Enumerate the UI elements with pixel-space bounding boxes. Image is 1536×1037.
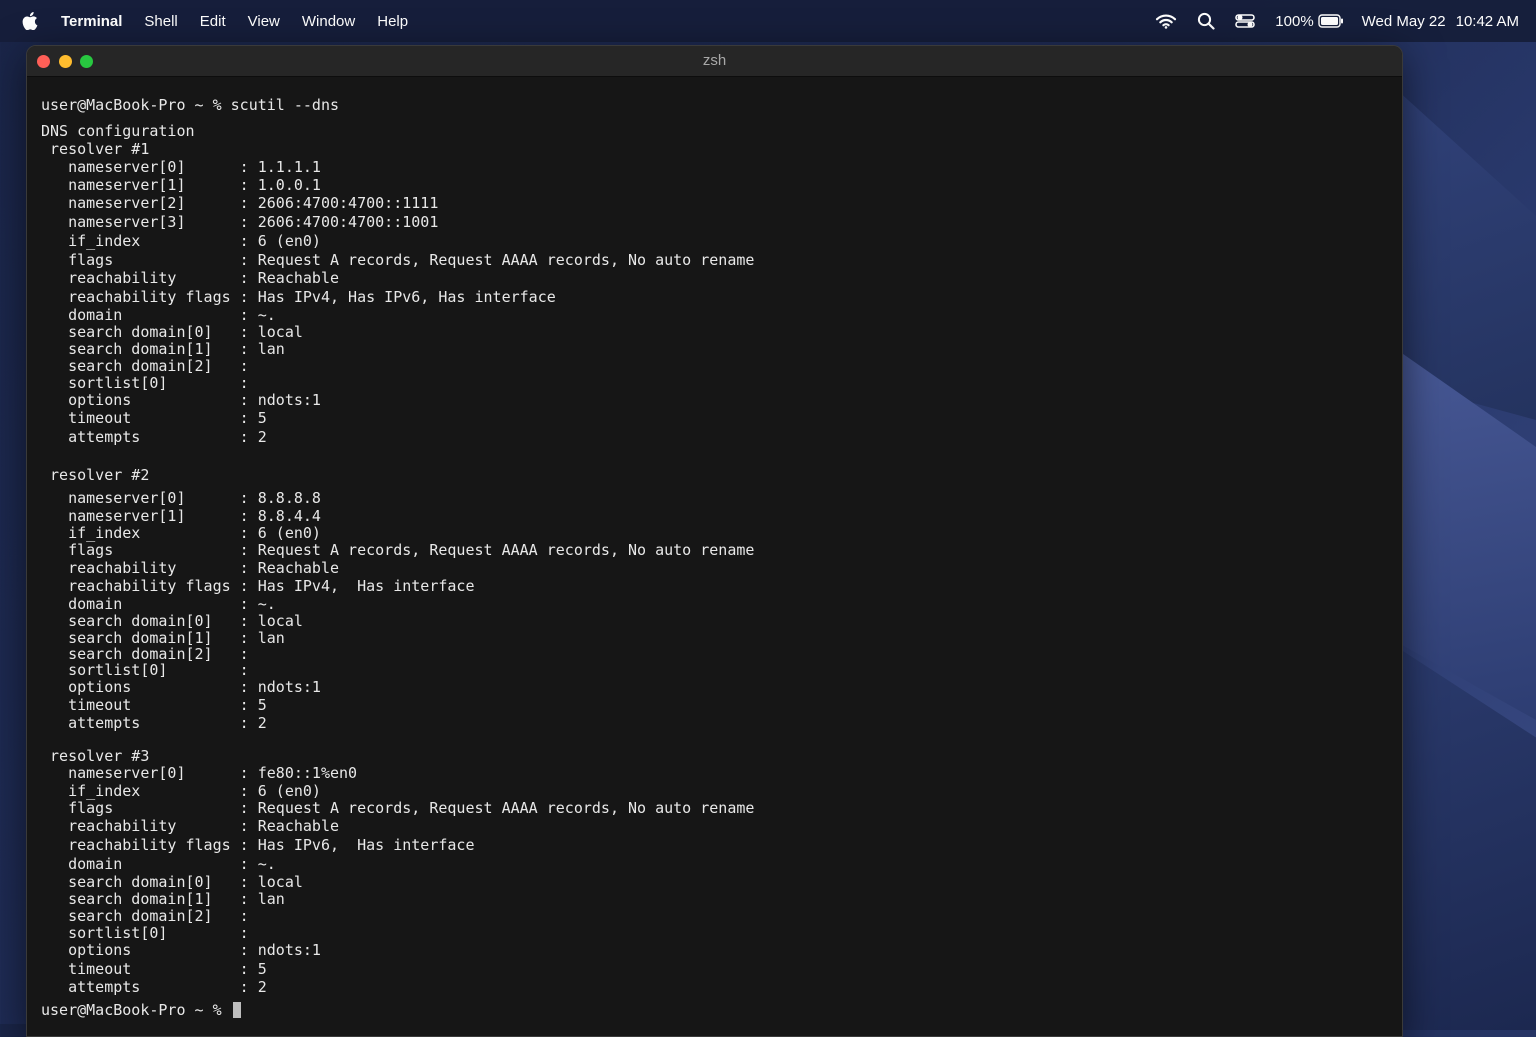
zoom-button[interactable] bbox=[80, 54, 93, 68]
resolver-heading: resolver #1 bbox=[41, 140, 150, 158]
output-line: domain : ~. bbox=[41, 855, 276, 873]
output-line: nameserver[0] : 8.8.8.8 bbox=[41, 489, 321, 507]
output-line: nameserver[1] : 8.8.4.4 bbox=[41, 507, 321, 525]
output-line: search domain[1] : lan bbox=[41, 890, 285, 908]
resolver-heading: resolver #3 bbox=[41, 747, 150, 765]
output-line: sortlist[0] : bbox=[41, 924, 249, 942]
resolver-heading: resolver #2 bbox=[41, 466, 150, 484]
output-line: nameserver[0] : 1.1.1.1 bbox=[41, 158, 321, 176]
menu-window[interactable]: Window bbox=[302, 13, 355, 30]
menubar-time[interactable]: 10:42 AM bbox=[1456, 13, 1519, 30]
search-icon[interactable] bbox=[1197, 12, 1215, 30]
battery-percentage[interactable]: 100% bbox=[1275, 13, 1313, 30]
output-line: search domain[0] : local bbox=[41, 323, 303, 341]
output-line: timeout : 5 bbox=[41, 409, 267, 427]
output-line: domain : ~. bbox=[41, 595, 276, 613]
output-line: if_index : 6 (en0) bbox=[41, 524, 321, 542]
terminal-window: zsh user@MacBook-Pro ~ % scutil --dns DNS… bbox=[26, 45, 1403, 1037]
output-line: timeout : 5 bbox=[41, 696, 267, 714]
output-line: sortlist[0] : bbox=[41, 661, 249, 679]
prompt-text: user@MacBook-Pro ~ % bbox=[41, 1001, 231, 1019]
output-line: timeout : 5 bbox=[41, 960, 267, 978]
output-line: reachability : Reachable bbox=[41, 559, 340, 577]
battery-icon[interactable] bbox=[1317, 14, 1344, 28]
minimize-button[interactable] bbox=[58, 54, 72, 68]
control-center-icon[interactable] bbox=[1235, 13, 1256, 29]
window-title: zsh bbox=[702, 52, 727, 69]
prompt-line[interactable]: user@MacBook-Pro ~ % bbox=[41, 1001, 241, 1019]
output-line: attempts : 2 bbox=[41, 978, 267, 996]
output-line: if_index : 6 (en0) bbox=[41, 232, 321, 250]
app-menu-terminal[interactable]: Terminal bbox=[61, 13, 122, 30]
output-line: if_index : 6 (en0) bbox=[41, 782, 321, 800]
menu-view[interactable]: View bbox=[248, 13, 280, 30]
output-line: attempts : 2 bbox=[41, 428, 267, 446]
menubar-date[interactable]: Wed May 22 bbox=[1362, 13, 1446, 30]
output-line: domain : ~. bbox=[41, 306, 276, 324]
output-line: nameserver[1] : 1.0.0.1 bbox=[41, 176, 321, 194]
output-line: reachability flags : Has IPv4, Has inter… bbox=[41, 577, 475, 595]
output-line: options : ndots:1 bbox=[41, 941, 321, 959]
output-line: options : ndots:1 bbox=[41, 391, 321, 409]
output-line: nameserver[2] : 2606:4700:4700::1111 bbox=[41, 194, 439, 212]
output-line: reachability : Reachable bbox=[41, 817, 340, 835]
output-line: DNS configuration bbox=[41, 122, 195, 140]
output-line: nameserver[3] : 2606:4700:4700::1001 bbox=[41, 213, 439, 231]
output-line: search domain[1] : lan bbox=[41, 340, 285, 358]
wifi-icon[interactable] bbox=[1155, 13, 1177, 29]
window-titlebar[interactable]: zsh bbox=[27, 46, 1402, 77]
close-button[interactable] bbox=[37, 54, 50, 68]
output-line: options : ndots:1 bbox=[41, 678, 321, 696]
output-line: sortlist[0] : bbox=[41, 374, 249, 392]
output-line: reachability flags : Has IPv6, Has inter… bbox=[41, 836, 475, 854]
output-line: flags : Request A records, Request AAAA … bbox=[41, 251, 755, 269]
output-line: attempts : 2 bbox=[41, 714, 267, 732]
menu-help[interactable]: Help bbox=[377, 13, 408, 30]
apple-logo-icon[interactable] bbox=[22, 12, 38, 30]
output-line: search domain[0] : local bbox=[41, 873, 303, 891]
output-line: flags : Request A records, Request AAAA … bbox=[41, 799, 755, 817]
output-line: flags : Request A records, Request AAAA … bbox=[41, 541, 755, 559]
command-line: user@MacBook-Pro ~ % scutil --dns bbox=[41, 96, 340, 114]
menu-edit[interactable]: Edit bbox=[200, 13, 226, 30]
menu-bar: Terminal Shell Edit View Window Help 100… bbox=[0, 0, 1536, 42]
text-cursor bbox=[232, 1002, 241, 1018]
menu-shell[interactable]: Shell bbox=[144, 13, 177, 30]
output-line: search domain[0] : local bbox=[41, 612, 303, 630]
output-line: reachability : Reachable bbox=[41, 269, 340, 287]
output-line: search domain[2] : bbox=[41, 907, 249, 925]
output-line: reachability flags : Has IPv4, Has IPv6,… bbox=[41, 288, 556, 306]
output-line: nameserver[0] : fe80::1%en0 bbox=[41, 764, 358, 782]
output-line: search domain[2] : bbox=[41, 357, 249, 375]
